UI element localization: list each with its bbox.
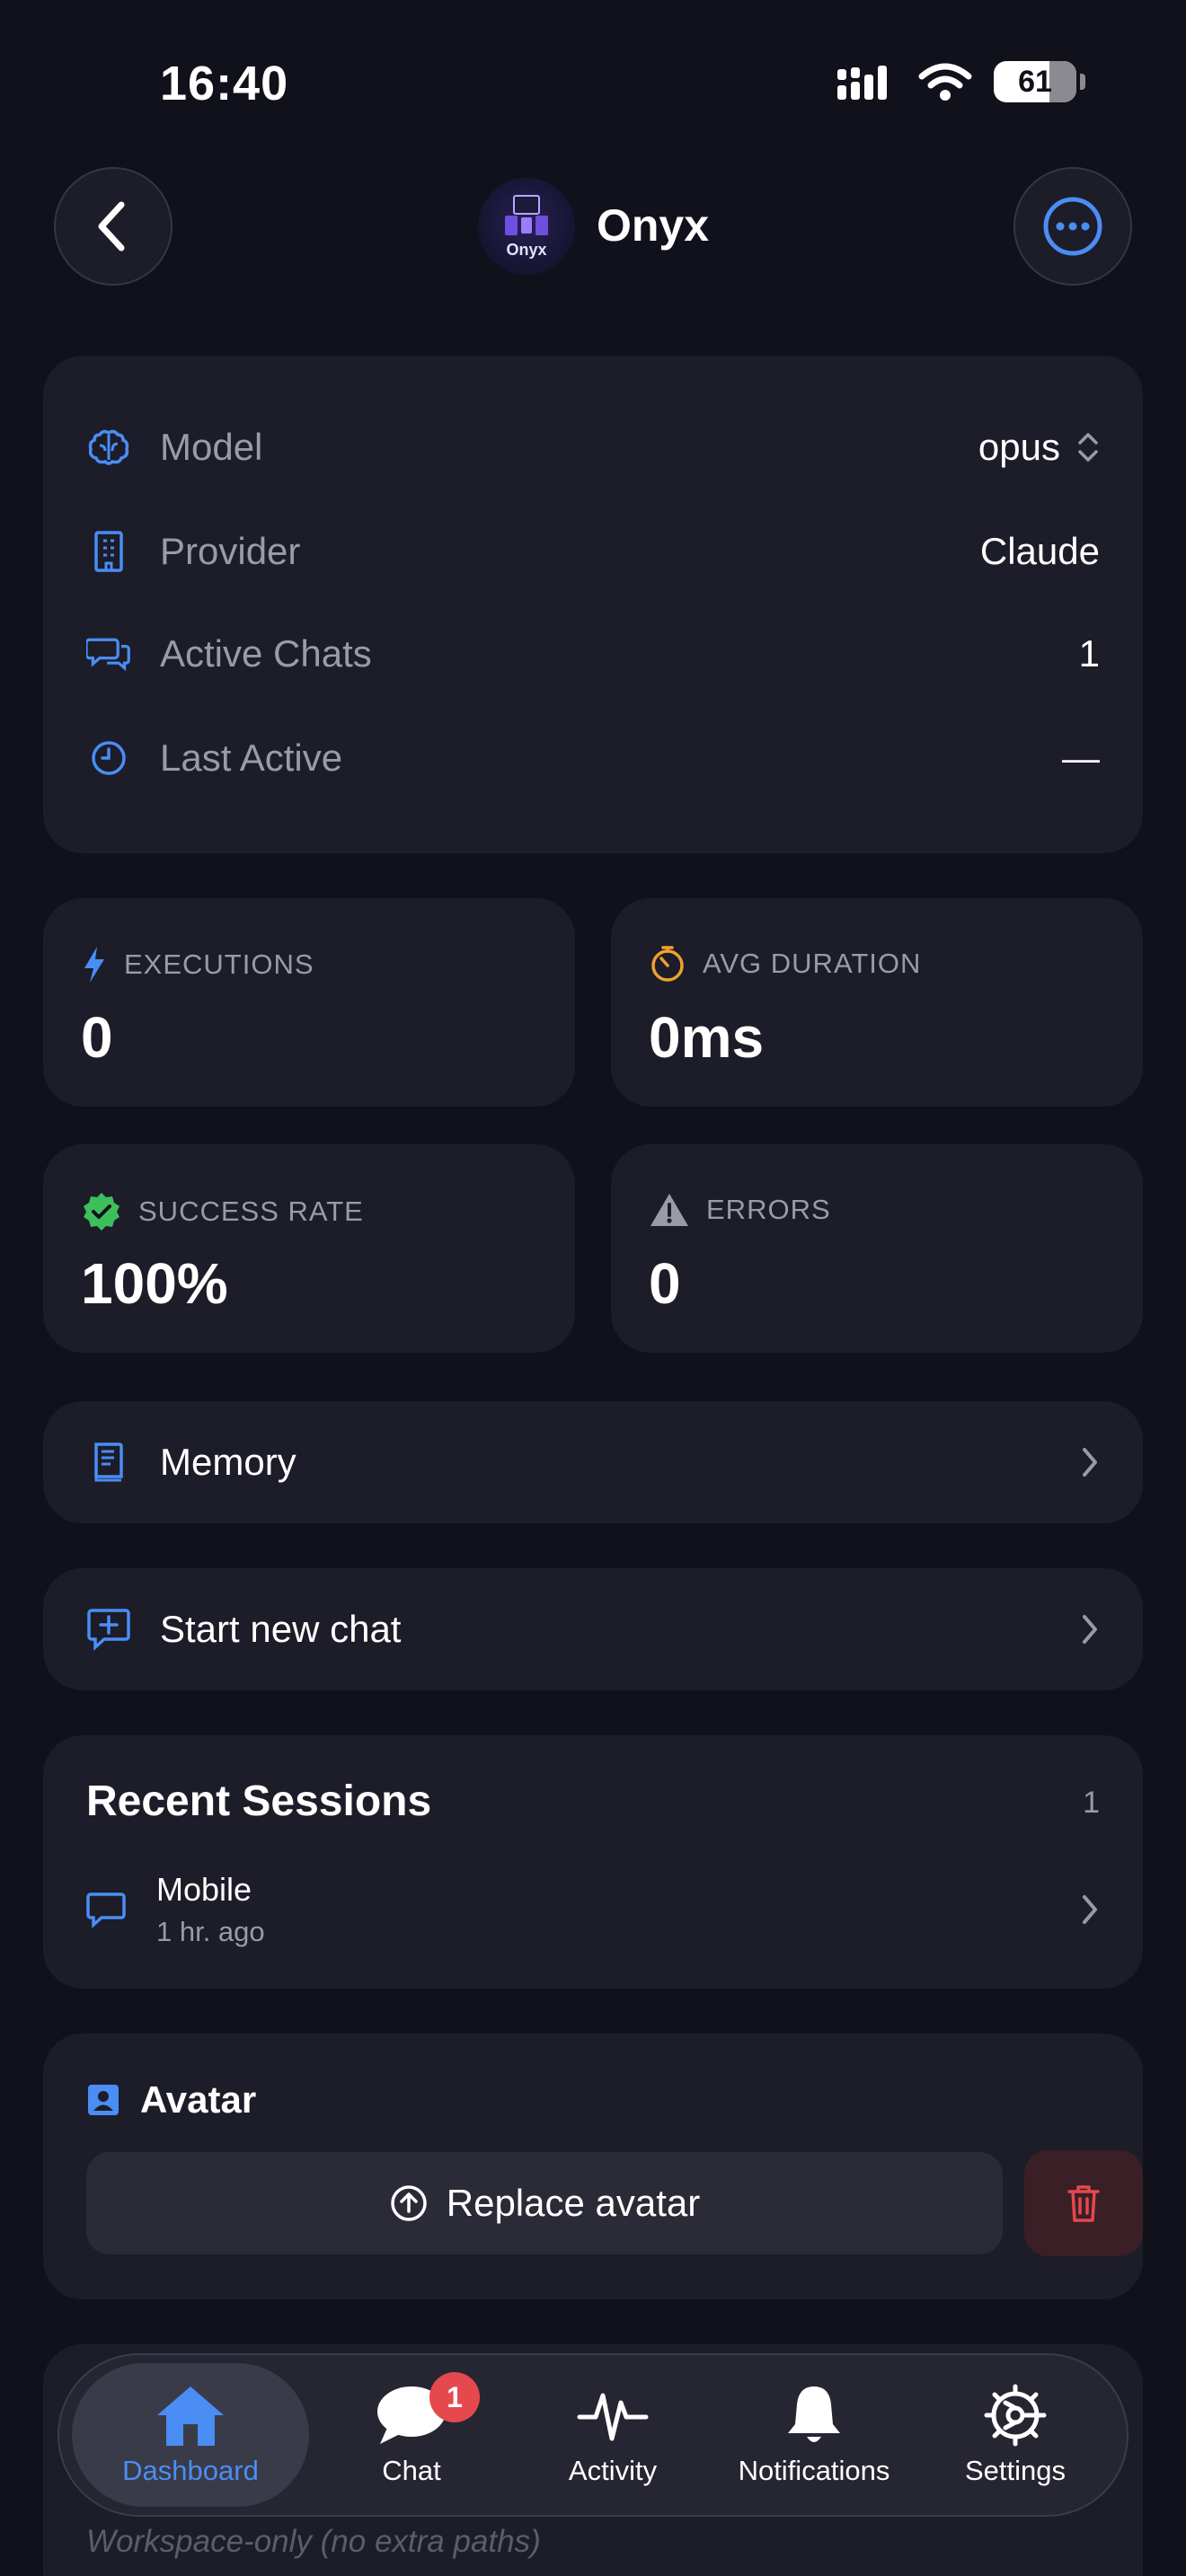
avg-duration-label: AVG DURATION: [703, 948, 922, 979]
provider-label: Provider: [160, 530, 301, 572]
session-name: Mobile: [156, 1871, 252, 1908]
agent-avatar-label: Onyx: [506, 240, 547, 259]
last-active-label: Last Active: [160, 737, 343, 779]
tab-settings[interactable]: Settings: [916, 2363, 1114, 2507]
page-title: Onyx: [597, 200, 710, 251]
status-time: 16:40: [160, 57, 289, 110]
active-chats-row: Active Chats 1: [43, 618, 1143, 690]
chat-bubbles-icon: [86, 638, 130, 672]
wifi-icon: [918, 63, 972, 101]
more-options-button[interactable]: [1013, 167, 1132, 286]
tab-label: Activity: [568, 2455, 658, 2486]
memory-button[interactable]: Memory: [43, 1401, 1143, 1523]
agent-avatar: Onyx: [478, 178, 575, 275]
back-button[interactable]: [54, 167, 173, 286]
verified-check-icon: [84, 1193, 119, 1231]
provider-row: Provider Claude: [43, 516, 1143, 587]
tab-label: Chat: [382, 2455, 441, 2486]
tab-notifications[interactable]: Notifications: [715, 2363, 913, 2507]
executions-label: EXECUTIONS: [124, 948, 314, 980]
model-value: opus: [978, 426, 1060, 468]
cellular-signal-icon: [837, 66, 887, 100]
success-rate-card: SUCCESS RATE 100%: [43, 1144, 575, 1353]
tab-activity[interactable]: Activity: [514, 2363, 712, 2507]
chat-plus-icon: [87, 1609, 130, 1651]
avg-duration-value: 0ms: [649, 1005, 765, 1070]
tab-chat[interactable]: Chat 1: [313, 2363, 510, 2507]
avatar-title: Avatar: [140, 2078, 257, 2121]
success-rate-label: SUCCESS RATE: [138, 1195, 364, 1227]
gear-icon: [984, 2384, 1047, 2447]
warning-triangle-icon: [651, 1194, 688, 1226]
upload-circle-icon: [391, 2185, 427, 2221]
model-row[interactable]: Model opus: [43, 411, 1143, 483]
building-icon: [94, 531, 123, 572]
session-time: 1 hr. ago: [156, 1916, 265, 1947]
tab-label: Dashboard: [122, 2455, 259, 2486]
model-label: Model: [160, 426, 263, 468]
model-selector[interactable]: opus: [978, 426, 1100, 469]
start-new-chat-label: Start new chat: [160, 1608, 402, 1650]
replace-avatar-button[interactable]: Replace avatar: [86, 2152, 1003, 2254]
recent-sessions-title: Recent Sessions: [86, 1778, 432, 1825]
session-item[interactable]: Mobile 1 hr. ago: [86, 1866, 1100, 1953]
chat-bubble-icon: [86, 1892, 126, 1928]
provider-value: Claude: [979, 530, 1100, 572]
waveform-icon: [577, 2393, 649, 2441]
workspace-subtitle: Workspace-only (no extra paths): [86, 2524, 541, 2559]
active-chats-label: Active Chats: [160, 632, 372, 675]
executions-card: EXECUTIONS 0: [43, 898, 575, 1107]
avatar-card: Avatar Replace avatar: [43, 2033, 1143, 2299]
agent-info-card: Model opus Provider Claude Active Chats …: [43, 356, 1143, 853]
chat-unread-badge: 1: [429, 2372, 480, 2422]
clock-icon: [92, 741, 126, 775]
bolt-icon: [84, 947, 104, 983]
tab-dashboard[interactable]: Dashboard: [72, 2363, 309, 2507]
recent-sessions-card: Recent Sessions 1 Mobile 1 hr. ago: [43, 1735, 1143, 1989]
avg-duration-card: AVG DURATION 0ms: [611, 898, 1143, 1107]
battery-level: 61: [1018, 64, 1052, 99]
battery-indicator: 61: [994, 61, 1085, 102]
errors-label: ERRORS: [706, 1194, 831, 1225]
house-icon: [157, 2386, 224, 2446]
timer-icon: [651, 946, 684, 982]
executions-value: 0: [81, 1005, 113, 1070]
replace-avatar-label: Replace avatar: [446, 2182, 701, 2224]
status-icons: 61: [836, 61, 1085, 102]
last-active-value: —: [1062, 737, 1100, 779]
chevron-left-icon: [98, 201, 125, 251]
chevron-up-down-icon: [1078, 433, 1098, 462]
memory-label: Memory: [160, 1441, 296, 1483]
errors-card: ERRORS 0: [611, 1144, 1143, 1353]
success-rate-value: 100%: [81, 1251, 228, 1316]
devices-icon: [505, 194, 548, 235]
book-icon: [94, 1442, 123, 1482]
tab-bar: Dashboard Chat 1 Activity Notifications …: [58, 2353, 1128, 2517]
chevron-right-icon: [1083, 1615, 1097, 1644]
person-square-icon: [88, 2085, 119, 2115]
active-chats-value: 1: [1078, 632, 1100, 675]
chevron-right-icon: [1083, 1895, 1097, 1924]
tab-label: Settings: [964, 2455, 1066, 2486]
recent-sessions-count: 1: [1083, 1786, 1100, 1820]
last-active-row: Last Active —: [43, 722, 1143, 794]
chevron-right-icon: [1083, 1448, 1097, 1477]
trash-icon: [1067, 2185, 1100, 2222]
bell-icon: [788, 2386, 840, 2442]
delete-avatar-button[interactable]: [1024, 2150, 1143, 2256]
tab-label: Notifications: [738, 2455, 890, 2486]
start-new-chat-button[interactable]: Start new chat: [43, 1568, 1143, 1690]
errors-value: 0: [649, 1251, 681, 1316]
ellipsis-circle-icon: [1043, 197, 1102, 256]
brain-icon: [88, 429, 129, 465]
